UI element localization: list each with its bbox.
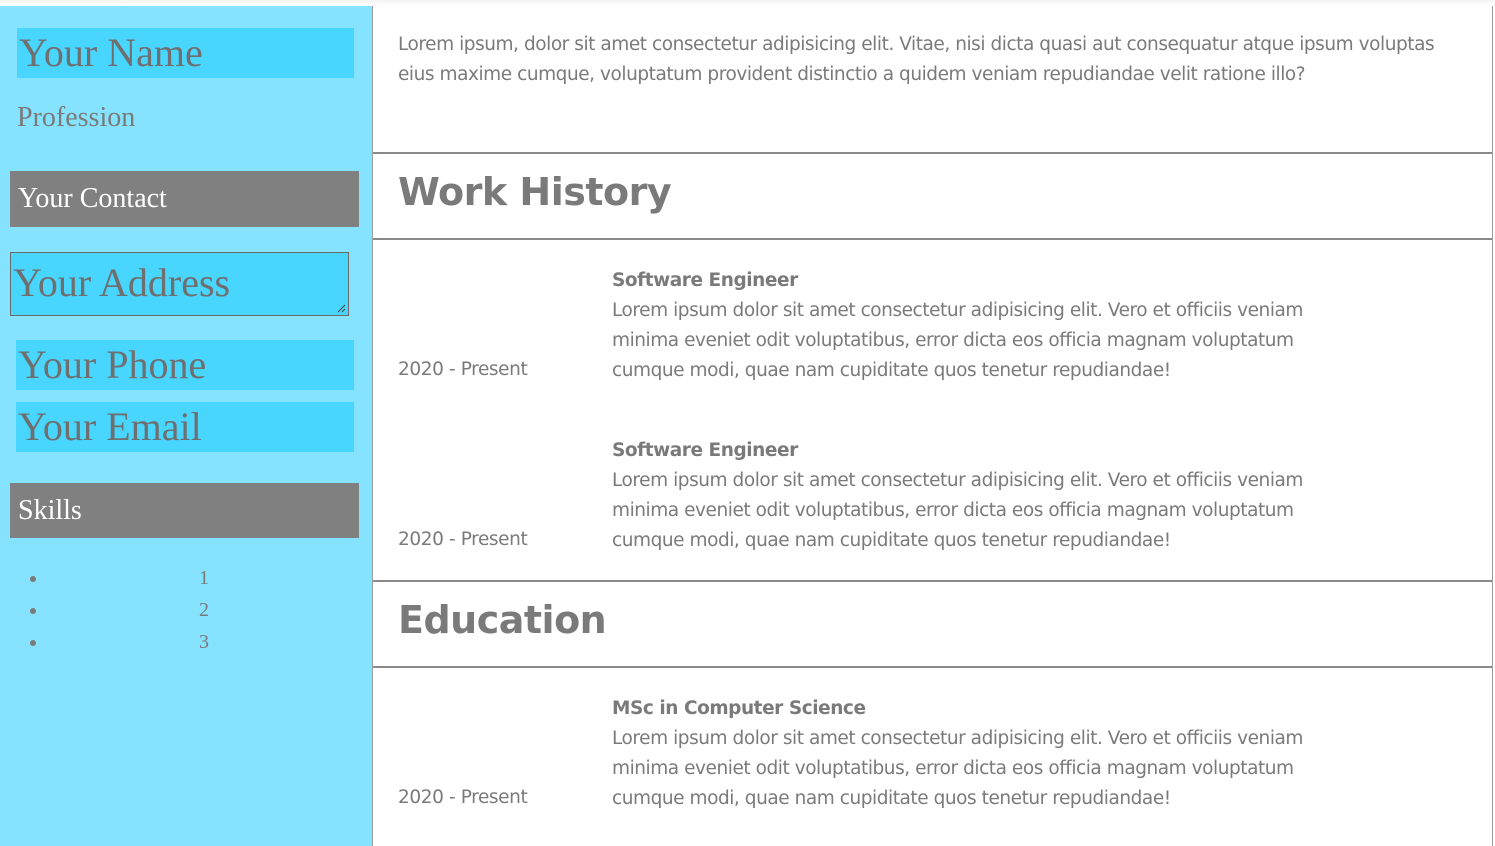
work-entry-description: Lorem ipsum dolor sit amet consectetur a… bbox=[612, 470, 1303, 551]
work-entry: Software Engineer Lorem ipsum dolor sit … bbox=[612, 436, 1312, 556]
divider bbox=[373, 666, 1492, 668]
work-entry-title: Software Engineer bbox=[612, 440, 798, 461]
education-entry: MSc in Computer Science Lorem ipsum dolo… bbox=[612, 694, 1312, 814]
email-field[interactable]: Your Email bbox=[16, 402, 354, 452]
divider bbox=[373, 580, 1492, 582]
address-value: Your Address bbox=[13, 260, 231, 305]
education-entry-date: 2020 - Present bbox=[398, 787, 528, 808]
skill-text: 1 bbox=[199, 567, 209, 589]
bullet-icon bbox=[30, 576, 36, 582]
contact-heading: Your Contact bbox=[10, 171, 359, 227]
work-entry-title: Software Engineer bbox=[612, 270, 798, 291]
sidebar: Your Name Profession Your Contact Your A… bbox=[0, 6, 373, 846]
education-heading: Education bbox=[398, 598, 607, 642]
skill-text: 2 bbox=[199, 599, 209, 621]
work-history-heading: Work History bbox=[398, 170, 672, 214]
skill-item: 1 bbox=[0, 566, 372, 598]
profession-label: Profession bbox=[17, 102, 136, 133]
address-textarea[interactable]: Your Address bbox=[10, 252, 349, 316]
skills-heading: Skills bbox=[10, 483, 359, 538]
intro-paragraph: Lorem ipsum, dolor sit amet consectetur … bbox=[398, 34, 1435, 85]
resize-grip-icon[interactable] bbox=[336, 303, 346, 313]
divider bbox=[373, 238, 1492, 240]
skill-item: 2 bbox=[0, 598, 372, 630]
work-entry-date: 2020 - Present bbox=[398, 359, 528, 380]
education-entry-description: Lorem ipsum dolor sit amet consectetur a… bbox=[612, 728, 1303, 809]
education-entry-title: MSc in Computer Science bbox=[612, 698, 866, 719]
resume-page: Your Name Profession Your Contact Your A… bbox=[0, 0, 1495, 846]
skill-item: 3 bbox=[0, 630, 372, 662]
phone-field[interactable]: Your Phone bbox=[16, 340, 354, 390]
name-field[interactable]: Your Name bbox=[17, 28, 354, 78]
divider bbox=[373, 152, 1492, 154]
bullet-icon bbox=[30, 608, 36, 614]
work-entry: Software Engineer Lorem ipsum dolor sit … bbox=[612, 266, 1312, 386]
work-entry-date: 2020 - Present bbox=[398, 529, 528, 550]
skill-text: 3 bbox=[199, 631, 209, 653]
skills-list: 1 2 3 bbox=[0, 566, 372, 662]
main-content: Lorem ipsum, dolor sit amet consectetur … bbox=[373, 6, 1493, 846]
bullet-icon bbox=[30, 640, 36, 646]
work-entry-description: Lorem ipsum dolor sit amet consectetur a… bbox=[612, 300, 1303, 381]
